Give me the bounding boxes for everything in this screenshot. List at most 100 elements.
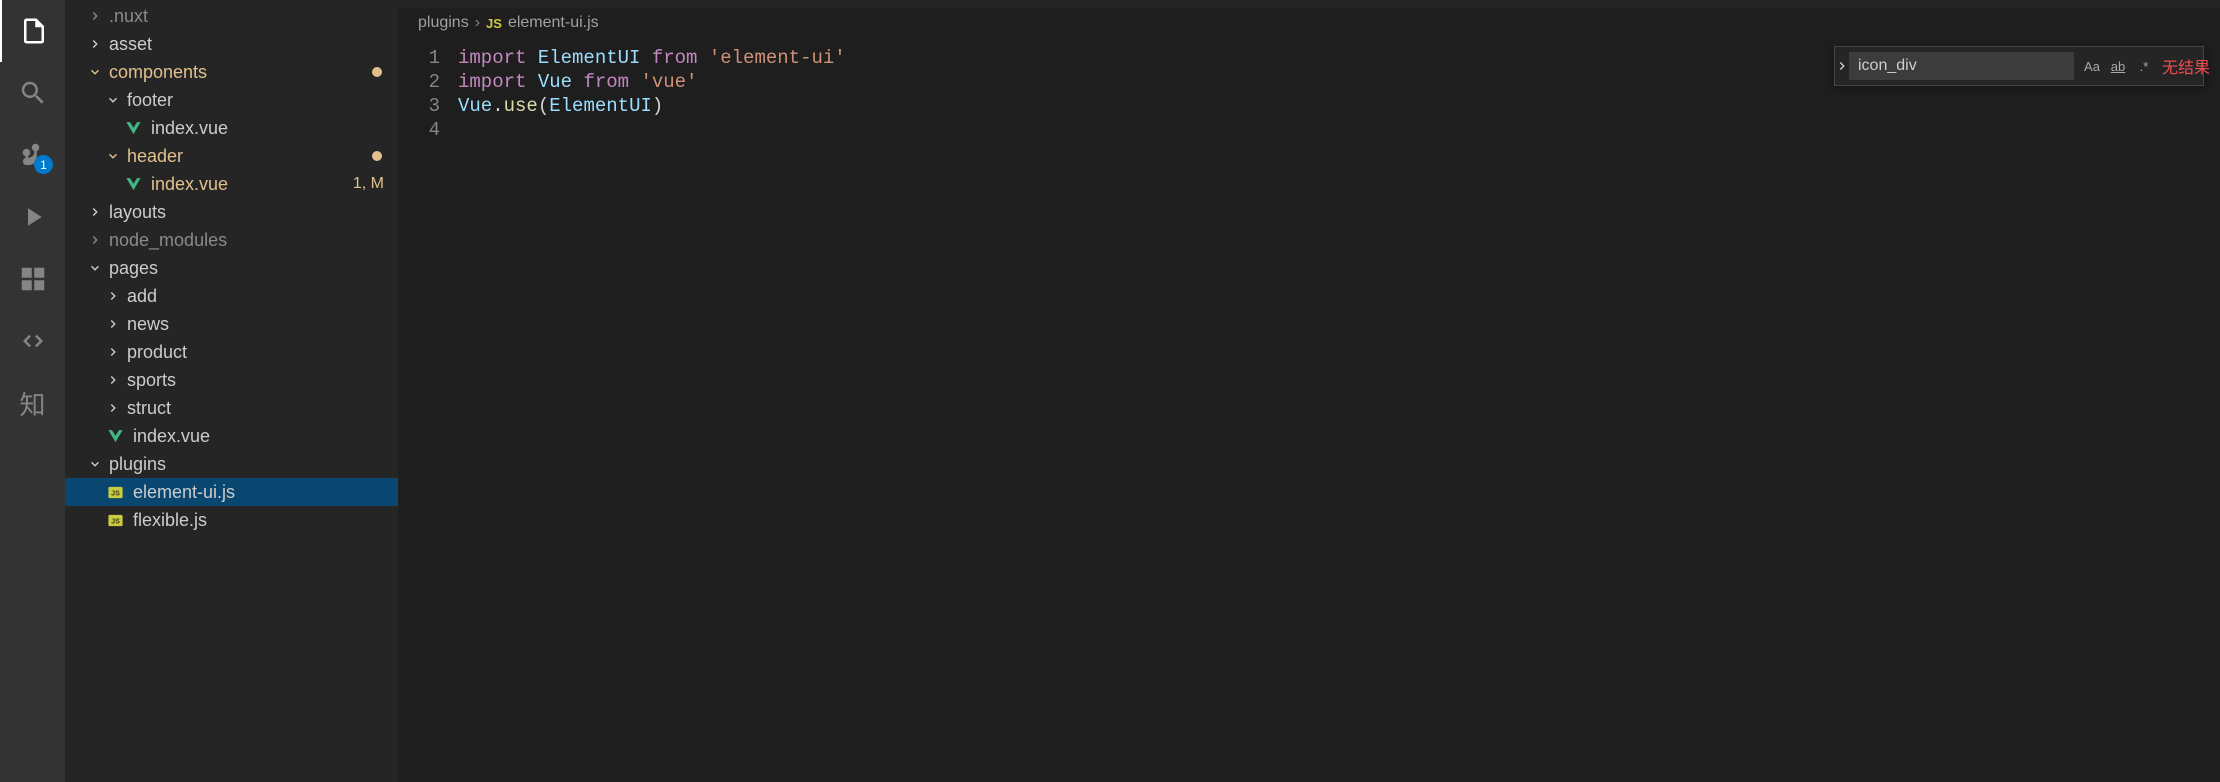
extensions-activity[interactable]: [0, 248, 65, 310]
folder-layouts[interactable]: layouts: [65, 198, 398, 226]
file-label: index.vue: [151, 118, 228, 139]
chevron-right-icon: [106, 401, 120, 415]
scm-activity[interactable]: 1: [0, 124, 65, 186]
folder-label: asset: [109, 34, 152, 55]
js-icon: JS: [486, 16, 502, 31]
folder-node-modules[interactable]: node_modules: [65, 226, 398, 254]
zhihu-activity[interactable]: 知: [0, 372, 65, 434]
chevron-down-icon: [88, 261, 102, 275]
file-pages-index[interactable]: index.vue: [65, 422, 398, 450]
folder-label: footer: [127, 90, 173, 111]
find-input[interactable]: [1849, 52, 2074, 80]
breadcrumb-sep-icon: ›: [475, 14, 480, 32]
folder-label: components: [109, 62, 207, 83]
line-number: 3: [398, 94, 440, 118]
folder-nuxt[interactable]: .nuxt: [65, 2, 398, 30]
svg-text:JS: JS: [111, 489, 120, 497]
folder-label: node_modules: [109, 230, 227, 251]
code-line[interactable]: Vue.use(ElementUI): [458, 94, 2220, 118]
modified-dot-icon: [372, 67, 382, 77]
file-header-index[interactable]: index.vue 1, M: [65, 170, 398, 198]
svg-text:JS: JS: [111, 517, 120, 525]
code-line[interactable]: [458, 118, 2220, 142]
folder-label: pages: [109, 258, 158, 279]
line-number: 1: [398, 46, 440, 70]
folder-footer[interactable]: footer: [65, 86, 398, 114]
folder-label: layouts: [109, 202, 166, 223]
chevron-down-icon: [88, 457, 102, 471]
match-word-toggle[interactable]: ab: [2106, 54, 2130, 78]
chevron-down-icon: [88, 65, 102, 79]
folder-label: .nuxt: [109, 6, 148, 27]
git-status: 1, M: [353, 175, 384, 193]
explorer-activity[interactable]: [0, 0, 65, 62]
file-flexible[interactable]: JS flexible.js: [65, 506, 398, 534]
line-number: 2: [398, 70, 440, 94]
folder-news[interactable]: news: [65, 310, 398, 338]
file-label: index.vue: [151, 174, 228, 195]
match-case-toggle[interactable]: Aa: [2080, 54, 2104, 78]
file-element-ui[interactable]: JS element-ui.js: [65, 478, 398, 506]
file-tree: .nuxt asset components footer index.vue …: [65, 0, 398, 534]
folder-add[interactable]: add: [65, 282, 398, 310]
modified-dot-icon: [372, 151, 382, 161]
debug-activity[interactable]: [0, 186, 65, 248]
tab-bar: [398, 0, 2220, 8]
folder-asset[interactable]: asset: [65, 30, 398, 58]
regex-toggle[interactable]: .*: [2132, 54, 2156, 78]
folder-label: header: [127, 146, 183, 167]
chevron-right-icon: [1835, 59, 1849, 73]
chevron-right-icon: [106, 345, 120, 359]
folder-label: add: [127, 286, 157, 307]
zhihu-icon: 知: [19, 385, 45, 422]
vue-icon: [123, 120, 143, 137]
folder-label: news: [127, 314, 169, 335]
vue-icon: [123, 176, 143, 193]
chevron-right-icon: [88, 9, 102, 23]
chevron-right-icon: [106, 317, 120, 331]
chevron-down-icon: [106, 149, 120, 163]
chevron-right-icon: [88, 205, 102, 219]
find-widget: Aa ab .* 无结果: [1834, 46, 2204, 86]
code-body[interactable]: import ElementUI from 'element-ui' impor…: [458, 38, 2220, 782]
js-icon: JS: [105, 484, 125, 501]
files-icon: [19, 16, 49, 46]
folder-header[interactable]: header: [65, 142, 398, 170]
folder-struct[interactable]: struct: [65, 394, 398, 422]
chevron-right-icon: [88, 37, 102, 51]
editor-area: plugins › JS element-ui.js 1 2 3 4 impor…: [398, 0, 2220, 782]
explorer-sidebar: .nuxt asset components footer index.vue …: [65, 0, 398, 782]
find-result-label: 无结果: [2162, 54, 2210, 78]
search-icon: [18, 78, 48, 108]
file-footer-index[interactable]: index.vue: [65, 114, 398, 142]
remote-icon: [18, 326, 48, 356]
activity-bar: 1 知: [0, 0, 65, 782]
extensions-icon: [18, 264, 48, 294]
folder-components[interactable]: components: [65, 58, 398, 86]
code-editor[interactable]: 1 2 3 4 import ElementUI from 'element-u…: [398, 38, 2220, 782]
folder-label: struct: [127, 398, 171, 419]
js-icon: JS: [105, 512, 125, 529]
search-activity[interactable]: [0, 62, 65, 124]
breadcrumb-file[interactable]: element-ui.js: [508, 14, 599, 32]
breadcrumbs[interactable]: plugins › JS element-ui.js: [398, 8, 2220, 38]
file-label: element-ui.js: [133, 482, 235, 503]
run-icon: [18, 202, 48, 232]
folder-label: sports: [127, 370, 176, 391]
find-options: Aa ab .*: [2080, 54, 2156, 78]
chevron-right-icon: [106, 289, 120, 303]
chevron-right-icon: [106, 373, 120, 387]
breadcrumb-root[interactable]: plugins: [418, 14, 469, 32]
line-number: 4: [398, 118, 440, 142]
line-gutter: 1 2 3 4: [398, 38, 458, 782]
remote-activity[interactable]: [0, 310, 65, 372]
folder-plugins[interactable]: plugins: [65, 450, 398, 478]
folder-product[interactable]: product: [65, 338, 398, 366]
file-label: flexible.js: [133, 510, 207, 531]
find-toggle-replace[interactable]: [1835, 47, 1849, 85]
chevron-right-icon: [88, 233, 102, 247]
file-label: index.vue: [133, 426, 210, 447]
vue-icon: [105, 428, 125, 445]
folder-sports[interactable]: sports: [65, 366, 398, 394]
folder-pages[interactable]: pages: [65, 254, 398, 282]
